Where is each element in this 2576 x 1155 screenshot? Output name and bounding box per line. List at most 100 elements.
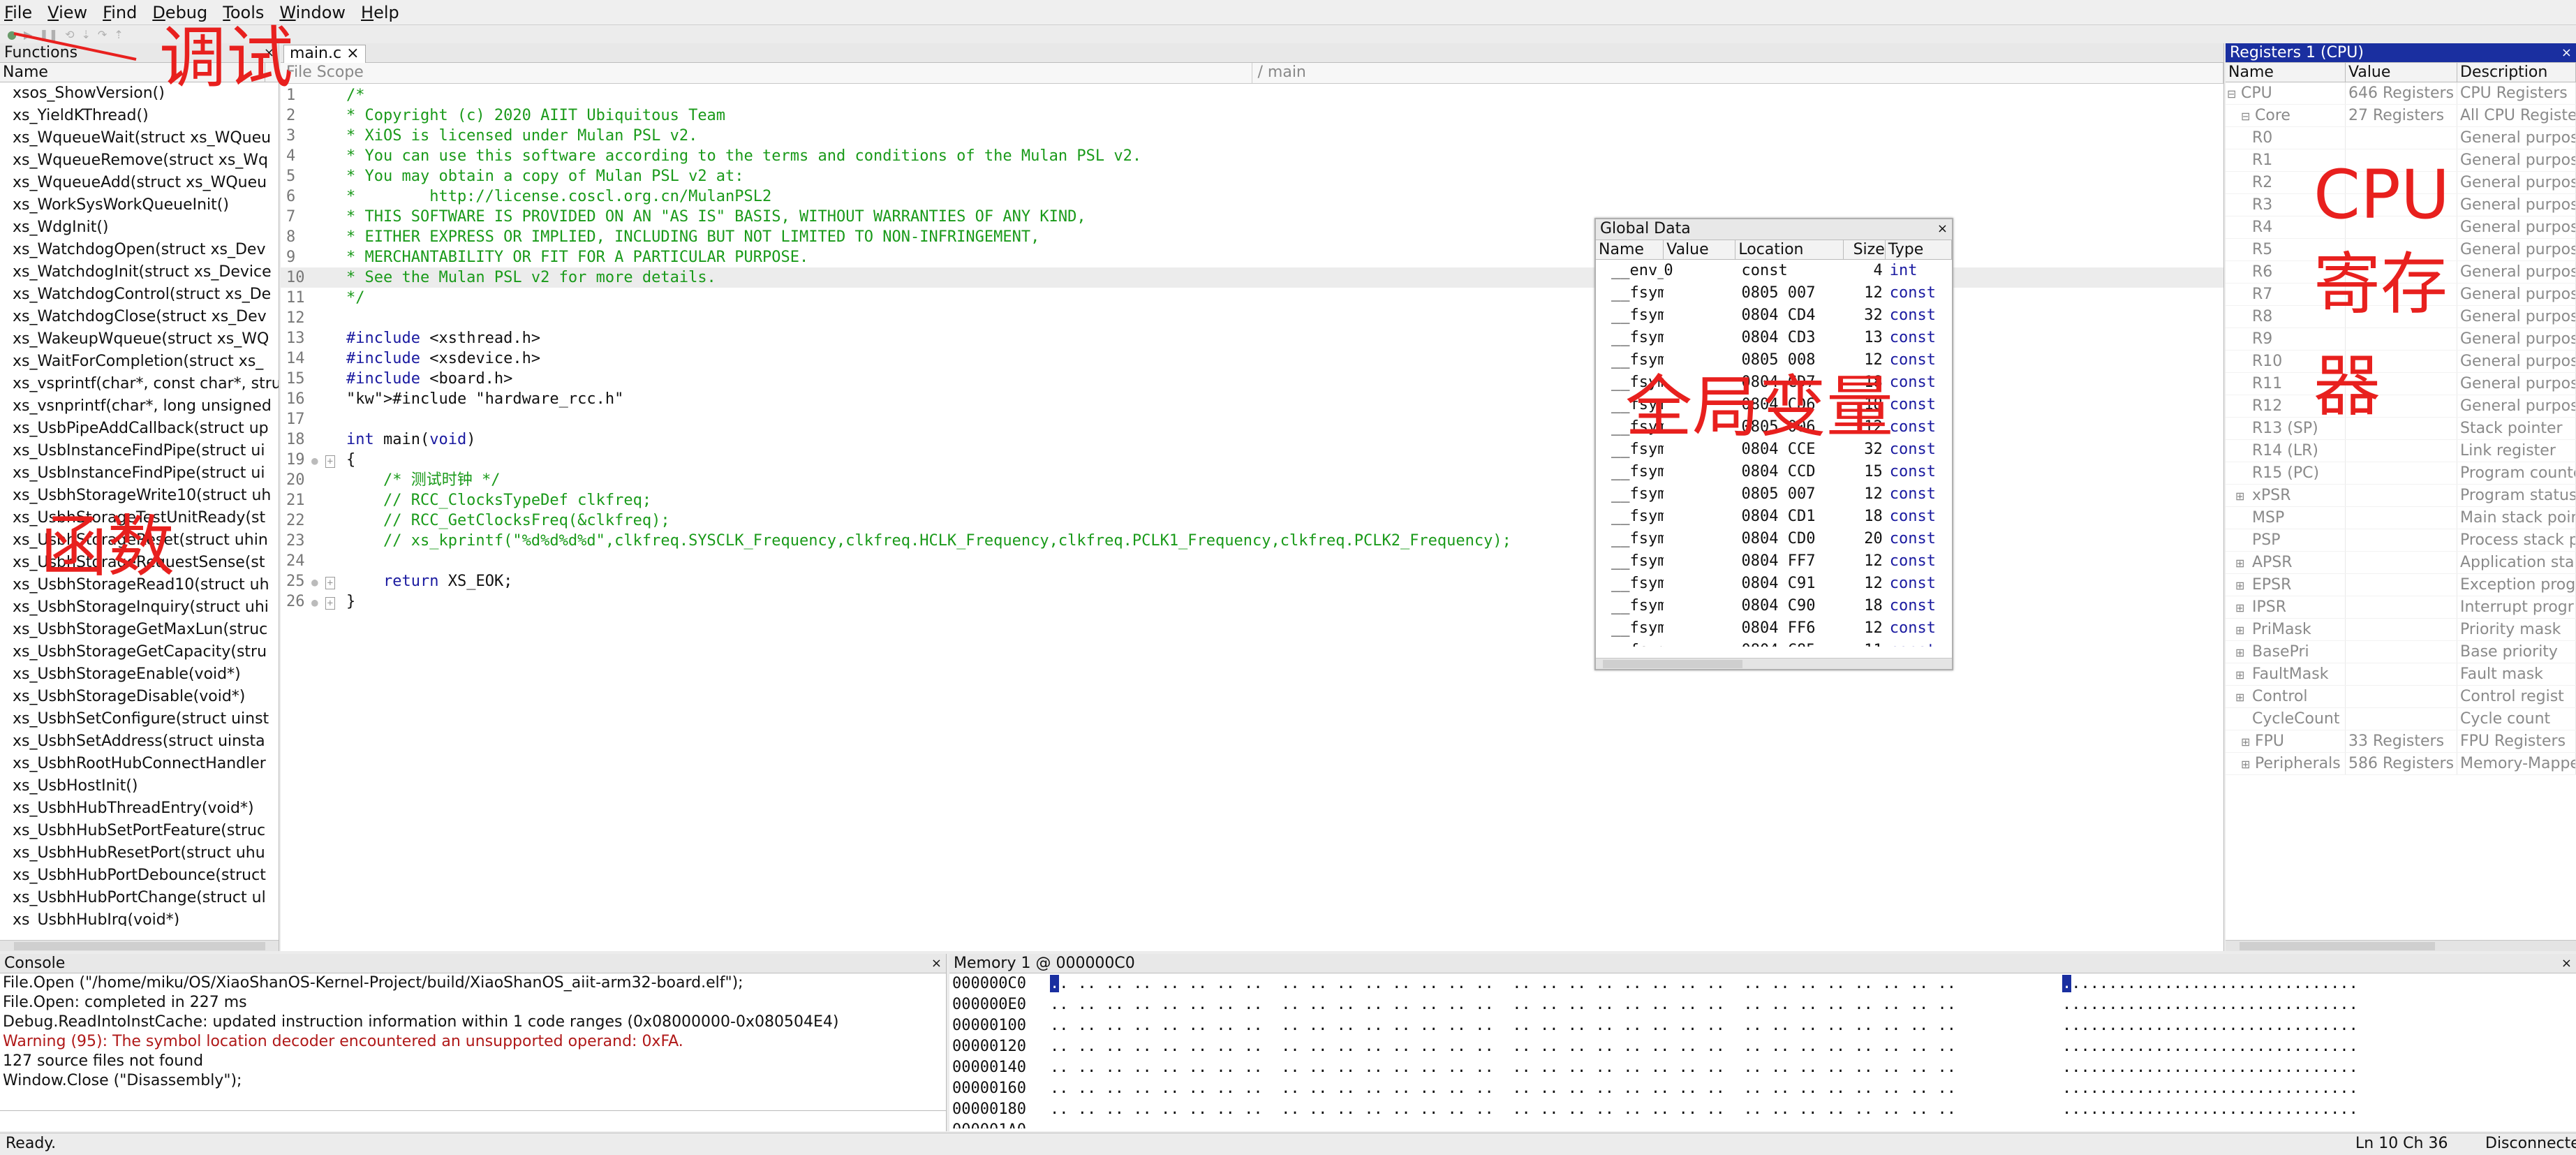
line-number[interactable]: 15 bbox=[281, 369, 311, 389]
global-data-row[interactable]: __fsym 0804 CD0 20 const bbox=[1596, 528, 1952, 550]
global-data-row[interactable]: __fsym 0804 CD4 32 const bbox=[1596, 304, 1952, 327]
function-item[interactable]: xs_UsbhRootHubConnectHandler bbox=[0, 753, 279, 775]
expand-icon[interactable]: ⊟ bbox=[2241, 105, 2255, 126]
function-item[interactable]: xs_UsbhStorageWrite10(struct uh bbox=[0, 485, 279, 507]
memory-row[interactable]: 000001A0.. .. .. .. .. .. .. .. .. .. ..… bbox=[952, 1120, 2576, 1128]
register-row[interactable]: CycleCount Cycle count bbox=[2226, 708, 2576, 730]
column-header[interactable]: Value bbox=[2346, 63, 2457, 82]
memory-row[interactable]: 000000C0 .. .. .. .. .. .. .. .. .. .. ..… bbox=[952, 973, 2576, 994]
register-row[interactable]: ⊞ xPSR Program status bbox=[2226, 485, 2576, 507]
expand-icon[interactable]: ⊞ bbox=[2235, 597, 2249, 618]
expand-icon[interactable]: ⊞ bbox=[2235, 552, 2249, 573]
breakpoint-dot-icon[interactable]: ● bbox=[311, 454, 318, 467]
global-data-hscrollbar[interactable] bbox=[1596, 658, 1952, 669]
memory-view[interactable]: 000000C0 .. .. .. .. .. .. .. .. .. .. ..… bbox=[949, 973, 2576, 1128]
memory-row[interactable]: 00000140 .. .. .. .. .. .. .. .. .. .. ..… bbox=[952, 1057, 2576, 1078]
line-number[interactable]: 21 bbox=[281, 490, 311, 510]
gutter[interactable] bbox=[311, 288, 346, 308]
function-item[interactable]: xs_UsbInstanceFindPipe(struct ui bbox=[0, 462, 279, 485]
function-item[interactable]: xs_WatchdogControl(struct xs_De bbox=[0, 284, 279, 306]
register-row[interactable]: PSP Process stack p bbox=[2226, 529, 2576, 552]
gutter[interactable] bbox=[311, 207, 346, 227]
functions-hscrollbar[interactable] bbox=[0, 940, 279, 951]
breakpoint-dot-icon[interactable]: ● bbox=[311, 596, 318, 609]
line-number[interactable]: 5 bbox=[281, 166, 311, 186]
global-data-row[interactable]: __fsym 0805 007 12 const bbox=[1596, 282, 1952, 304]
gutter[interactable] bbox=[311, 551, 346, 571]
function-item[interactable]: xs_WaitForCompletion(struct xs_ bbox=[0, 351, 279, 373]
column-header[interactable]: Type bbox=[1886, 240, 1952, 259]
fold-icon[interactable]: + bbox=[325, 597, 336, 610]
expand-icon[interactable]: ⊞ bbox=[2235, 664, 2249, 685]
function-item[interactable]: xs_WakeupWqueue(struct xs_WQ bbox=[0, 328, 279, 351]
line-number[interactable]: 7 bbox=[281, 207, 311, 227]
code-line[interactable]: 3 * XiOS is licensed under Mulan PSL v2. bbox=[281, 126, 2223, 146]
function-item[interactable]: xs_UsbhHubIrq(void*) bbox=[0, 909, 279, 926]
expand-icon[interactable]: ⊟ bbox=[2227, 83, 2241, 104]
gutter[interactable] bbox=[311, 328, 346, 348]
gutter[interactable]: ● + bbox=[311, 591, 346, 612]
function-scope-select[interactable]: / main bbox=[1252, 63, 2223, 83]
gutter[interactable] bbox=[311, 389, 346, 409]
global-data-row[interactable]: __env_ 0 const 4 int bbox=[1596, 260, 1952, 282]
menu-help[interactable]: Help bbox=[361, 3, 399, 22]
function-item[interactable]: xs_UsbhSetConfigure(struct uinst bbox=[0, 708, 279, 730]
register-row[interactable]: R12 General purpose bbox=[2226, 395, 2576, 418]
registers-hscrollbar[interactable] bbox=[2226, 940, 2576, 951]
gutter[interactable] bbox=[311, 308, 346, 328]
register-row[interactable]: ⊞Peripherals586 RegistersMemory-Mapped bbox=[2226, 753, 2576, 775]
line-number[interactable]: 20 bbox=[281, 470, 311, 490]
line-number[interactable]: 13 bbox=[281, 328, 311, 348]
register-row[interactable]: ⊞ PriMask Priority mask bbox=[2226, 619, 2576, 641]
breakpoint-dot-icon[interactable]: ● bbox=[311, 575, 318, 589]
function-item[interactable]: xs_UsbhStorageDisable(void*) bbox=[0, 686, 279, 708]
function-item[interactable]: xs_WatchdogOpen(struct xs_Dev bbox=[0, 239, 279, 261]
column-header[interactable]: Size bbox=[1844, 240, 1886, 259]
gutter[interactable] bbox=[311, 490, 346, 510]
function-item[interactable]: xs_WorkSysWorkQueueInit() bbox=[0, 194, 279, 216]
register-row[interactable]: ⊞ Control Control regist bbox=[2226, 686, 2576, 708]
gutter[interactable]: ● + bbox=[311, 450, 346, 470]
global-data-row[interactable]: __fsym 0804 C90 18 const bbox=[1596, 595, 1952, 617]
function-item[interactable]: xs_UsbhStorageInquiry(struct uhi bbox=[0, 596, 279, 619]
column-header[interactable]: Location bbox=[1735, 240, 1844, 259]
column-header[interactable]: Name bbox=[2226, 63, 2346, 82]
line-number[interactable]: 12 bbox=[281, 308, 311, 328]
function-item[interactable]: xs_vsprintf(char*, const char*, stru bbox=[0, 373, 279, 395]
code-line[interactable]: 4 * You can use this software according t… bbox=[281, 146, 2223, 166]
code-line[interactable]: 2 * Copyright (c) 2020 AIIT Ubiquitous Te… bbox=[281, 105, 2223, 126]
line-number[interactable]: 10 bbox=[281, 267, 311, 288]
register-row[interactable]: ⊞ FPU 33 Registers FPU Registers bbox=[2226, 730, 2576, 753]
line-number[interactable]: 22 bbox=[281, 510, 311, 531]
global-data-row[interactable]: __fsym 0804 CD3 13 const bbox=[1596, 327, 1952, 349]
gutter[interactable] bbox=[311, 369, 346, 389]
gutter[interactable] bbox=[311, 267, 346, 288]
menu-view[interactable]: View bbox=[47, 3, 87, 22]
column-header[interactable]: Name bbox=[1596, 240, 1664, 259]
function-item[interactable]: xs_UsbHostInit() bbox=[0, 775, 279, 797]
register-row[interactable]: R9 General purpose bbox=[2226, 328, 2576, 351]
expand-icon[interactable]: ⊞ bbox=[2235, 485, 2249, 506]
fold-icon[interactable]: + bbox=[325, 577, 336, 589]
register-row[interactable]: R14 (LR) Link register bbox=[2226, 440, 2576, 462]
global-data-row[interactable]: __fsym 0804 FF6 12 const bbox=[1596, 617, 1952, 640]
register-row[interactable]: ⊞ FaultMask Fault mask bbox=[2226, 663, 2576, 686]
line-number[interactable]: 16 bbox=[281, 389, 311, 409]
register-row[interactable]: R0 General purpose bbox=[2226, 127, 2576, 149]
function-item[interactable]: xs_UsbhStorageEnable(void*) bbox=[0, 663, 279, 686]
column-header[interactable]: Description bbox=[2457, 63, 2576, 82]
menu-file[interactable]: File bbox=[4, 3, 32, 22]
register-row[interactable]: ⊞ BasePri Base priority bbox=[2226, 641, 2576, 663]
register-row[interactable]: ⊞ IPSR Interrupt progr bbox=[2226, 596, 2576, 619]
file-scope-select[interactable]: File Scope bbox=[281, 63, 1252, 83]
expand-icon[interactable]: ⊞ bbox=[2235, 686, 2249, 707]
expand-icon[interactable]: ⊞ bbox=[2235, 619, 2249, 640]
function-item[interactable]: xs_UsbhHubPortChange(struct ul bbox=[0, 887, 279, 909]
code-line[interactable]: 6 * http://license.coscl.org.cn/MulanPSL2 bbox=[281, 186, 2223, 207]
function-item[interactable]: xs_UsbhHubSetPortFeature(struc bbox=[0, 820, 279, 842]
gutter[interactable] bbox=[311, 227, 346, 247]
line-number[interactable]: 19 bbox=[281, 450, 311, 470]
expand-icon[interactable]: ⊞ bbox=[2235, 575, 2249, 596]
close-icon[interactable]: × bbox=[931, 954, 942, 973]
function-item[interactable]: xs_WatchdogInit(struct xs_Device bbox=[0, 261, 279, 284]
